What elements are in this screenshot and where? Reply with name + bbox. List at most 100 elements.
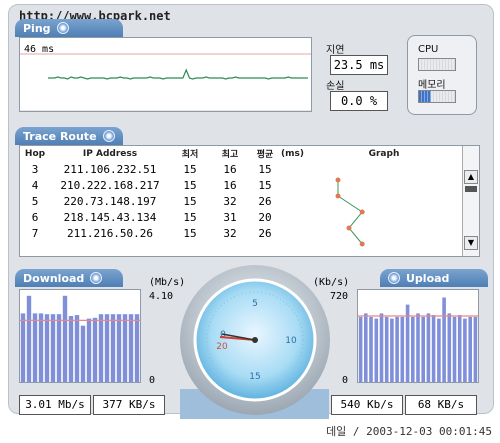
upload-bar — [390, 318, 394, 382]
download-bar — [134, 314, 140, 382]
tab-upload-label: Upload — [406, 271, 450, 285]
download-bar — [20, 313, 26, 382]
upload-bar — [437, 318, 441, 382]
scroll-up-icon[interactable]: ▲ — [464, 170, 478, 184]
col-unit: (ms) — [281, 148, 304, 159]
trace-scrollbar[interactable]: ▲ ▼ — [462, 146, 479, 256]
memory-meter — [418, 90, 456, 103]
upload-bar — [442, 297, 446, 382]
download-bar — [44, 314, 50, 382]
latency-label: 지연 — [326, 45, 345, 56]
download-bar — [116, 314, 122, 382]
download-zero: 0 — [149, 375, 156, 386]
ping-graph-panel: 46 ms — [19, 37, 312, 112]
gauge-tick-10: 10 — [285, 336, 297, 346]
hop-cell: 5 — [31, 194, 39, 208]
tab-ping-label: Ping — [23, 21, 51, 35]
tab-upload[interactable]: Upload — [380, 269, 488, 287]
col-max: 최고 — [221, 150, 239, 160]
circle-icon — [388, 272, 400, 284]
upload-bar — [395, 316, 399, 382]
col-ip-address: IP Address — [82, 148, 138, 159]
download-bar — [62, 295, 68, 382]
ping-trace-line — [48, 68, 308, 80]
unit-cell — [280, 161, 305, 177]
upload-bar — [431, 315, 436, 382]
download-bar — [80, 325, 86, 382]
upload-bar — [400, 316, 405, 382]
upload-bar — [421, 316, 425, 382]
ip-cell: 210.222.168.217 — [60, 178, 160, 192]
gauge-dial: 5 10 15 20 0 — [193, 278, 317, 402]
memory-label: 메모리 — [418, 80, 446, 91]
avg-cell: 26 — [258, 226, 272, 240]
download-bar — [56, 314, 62, 382]
download-bar — [38, 313, 44, 382]
upload-bar — [473, 316, 478, 382]
upload-bar — [468, 316, 472, 382]
hop-cell: 6 — [31, 210, 39, 224]
tab-trace-route[interactable]: Trace Route — [15, 127, 123, 145]
upload-bar — [374, 318, 379, 382]
cpu-label: CPU — [418, 44, 439, 55]
tab-download[interactable]: Download — [15, 269, 123, 287]
upload-bar — [463, 318, 467, 382]
ip-cell: 211.216.50.26 — [66, 226, 154, 240]
circle-icon — [102, 130, 115, 142]
latency-value: 23.5 ms — [330, 55, 388, 75]
avg-cell: 20 — [258, 210, 272, 224]
upload-rate-bytes: 68 KB/s — [405, 395, 477, 415]
trace-header-row: Hop IP Address 최저 최고 평균 (ms) Graph — [20, 146, 463, 161]
col-avg: 평균 — [256, 150, 274, 160]
cpu-meter — [418, 58, 456, 71]
min-cell: 15 — [183, 178, 197, 192]
trace-graph-point — [359, 209, 365, 215]
upload-rate-bits: 540 Kb/s — [331, 395, 403, 415]
timestamp: 데일 / 2003-12-03 00:01:45 — [326, 425, 492, 438]
unit-cell — [280, 193, 305, 209]
tab-download-label: Download — [23, 271, 85, 285]
avg-cell: 15 — [258, 162, 272, 176]
upload-bar — [447, 313, 452, 382]
download-bar — [74, 315, 80, 382]
trace-graph-point — [335, 193, 341, 199]
max-cell: 32 — [223, 226, 237, 240]
loss-value: 0.0 % — [330, 91, 388, 111]
system-monitor-panel: CPU 메모리 — [407, 35, 477, 115]
loss-label: 손실 — [326, 81, 345, 92]
memory-meter-fill — [419, 91, 431, 102]
download-bar — [86, 318, 92, 382]
download-bar — [104, 314, 110, 382]
ip-cell: 218.145.43.134 — [63, 210, 157, 224]
unit-cell — [280, 209, 305, 225]
download-bar — [68, 316, 74, 382]
download-bar — [98, 314, 104, 382]
tab-trace-route-label: Trace Route — [23, 129, 97, 143]
unit-cell — [280, 225, 305, 241]
max-cell: 32 — [223, 194, 237, 208]
ip-cell: 211.106.232.51 — [63, 162, 157, 176]
col-hop: Hop — [24, 148, 46, 159]
upload-chart — [358, 297, 478, 382]
max-cell: 31 — [223, 210, 237, 224]
upload-bar — [364, 313, 368, 382]
max-cell: 16 — [223, 178, 237, 192]
max-cell: 16 — [223, 162, 237, 176]
trace-graph-point — [335, 177, 341, 183]
download-graph-panel — [19, 289, 141, 383]
min-cell: 15 — [183, 210, 197, 224]
main-window: http://www.bcpark.net Ping 46 ms 지연 23.5… — [8, 4, 494, 419]
speed-gauge: 5 10 15 20 0 — [180, 265, 330, 415]
scroll-thumb[interactable] — [465, 186, 477, 192]
scroll-down-icon[interactable]: ▼ — [464, 236, 478, 250]
download-rate-bits: 3.01 Mb/s — [19, 395, 91, 415]
upload-bar — [358, 316, 363, 382]
trace-graph — [335, 177, 365, 247]
upload-bar — [369, 316, 373, 382]
trace-graph-line — [337, 180, 363, 245]
gauge-tick-5: 5 — [252, 299, 258, 309]
avg-cell: 26 — [258, 194, 272, 208]
download-bar — [26, 295, 32, 382]
tab-ping[interactable]: Ping — [15, 19, 123, 37]
min-cell: 15 — [183, 162, 197, 176]
